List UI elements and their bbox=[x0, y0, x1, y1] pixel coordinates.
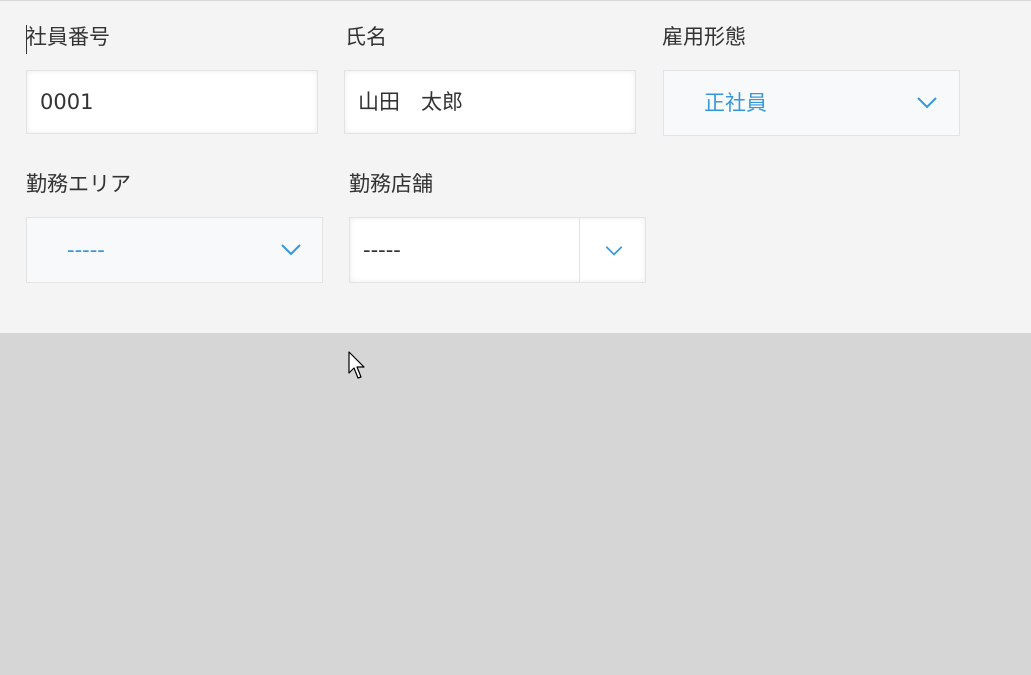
chevron-down-icon bbox=[281, 244, 301, 256]
work-area-select[interactable]: ----- bbox=[26, 217, 323, 283]
employment-type-label: 雇用形態 bbox=[662, 25, 746, 49]
form-panel: 社員番号 0001 氏名 山田 太郎 雇用形態 正社員 勤務エリア ----- … bbox=[0, 0, 1031, 333]
combo-divider bbox=[579, 218, 580, 282]
work-store-value[interactable]: ----- bbox=[363, 218, 401, 282]
employee-id-input[interactable]: 0001 bbox=[26, 70, 318, 134]
work-store-combobox[interactable]: ----- bbox=[349, 217, 646, 283]
name-label: 氏名 bbox=[345, 25, 387, 49]
work-store-label: 勤務店舗 bbox=[349, 172, 433, 196]
name-input[interactable]: 山田 太郎 bbox=[344, 70, 636, 134]
work-area-value: ----- bbox=[67, 238, 105, 262]
employee-id-label: 社員番号 bbox=[26, 25, 110, 49]
mouse-pointer-icon bbox=[348, 351, 365, 379]
employment-type-select[interactable]: 正社員 bbox=[663, 70, 960, 136]
chevron-down-icon bbox=[917, 97, 937, 109]
work-area-label: 勤務エリア bbox=[26, 172, 131, 196]
employment-type-value: 正社員 bbox=[704, 91, 767, 115]
chevron-down-icon[interactable] bbox=[604, 245, 624, 257]
